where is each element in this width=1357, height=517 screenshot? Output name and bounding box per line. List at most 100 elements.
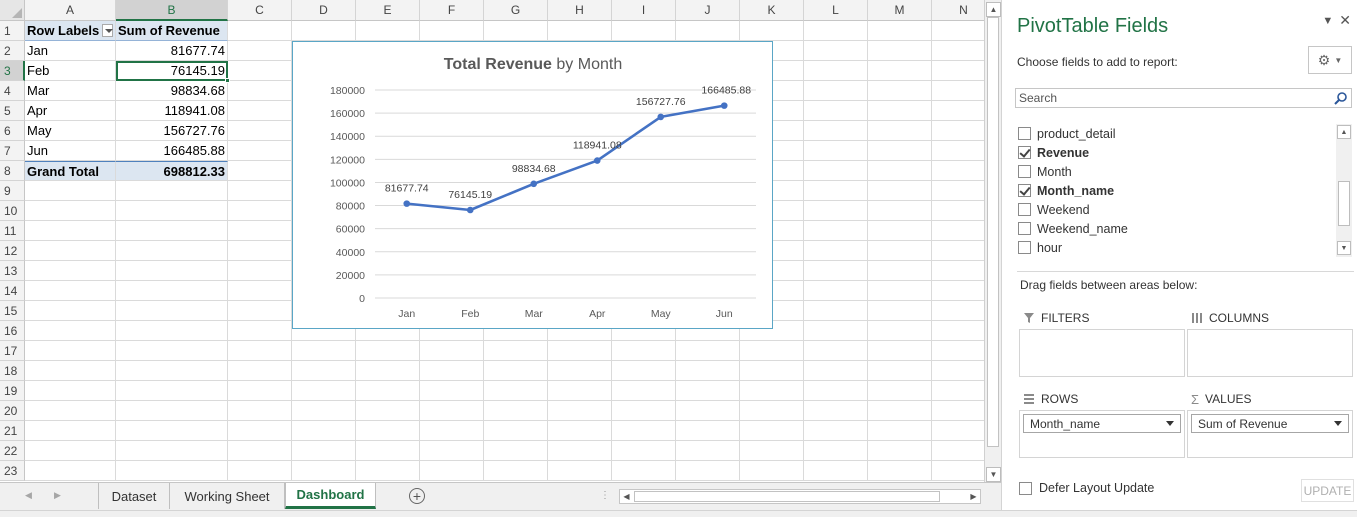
cell[interactable] <box>420 341 484 361</box>
tab-working-sheet[interactable]: Working Sheet <box>170 483 285 509</box>
cell[interactable] <box>356 341 420 361</box>
cell[interactable] <box>356 421 420 441</box>
row-labels-filter-icon[interactable] <box>102 24 113 37</box>
cell[interactable] <box>25 361 116 381</box>
cell[interactable] <box>676 461 740 481</box>
column-header-c[interactable]: C <box>228 0 292 21</box>
cell[interactable] <box>420 381 484 401</box>
cell[interactable] <box>484 361 548 381</box>
cell[interactable] <box>868 381 932 401</box>
row-header[interactable]: 12 <box>0 241 25 261</box>
cell[interactable] <box>25 261 116 281</box>
cell[interactable] <box>548 341 612 361</box>
cell[interactable] <box>804 341 868 361</box>
cell[interactable] <box>868 121 932 141</box>
cell[interactable] <box>116 201 228 221</box>
cell[interactable] <box>292 341 356 361</box>
cell[interactable] <box>25 181 116 201</box>
pivot-row-label[interactable]: Apr <box>25 101 116 121</box>
cell[interactable] <box>356 381 420 401</box>
cell[interactable] <box>804 361 868 381</box>
cell[interactable] <box>228 41 292 61</box>
cell[interactable] <box>932 341 984 361</box>
cell[interactable] <box>484 401 548 421</box>
search-icon[interactable] <box>1333 91 1348 106</box>
cell[interactable] <box>116 381 228 401</box>
cell[interactable] <box>868 181 932 201</box>
cell[interactable] <box>228 21 292 41</box>
cell[interactable] <box>420 21 484 41</box>
cell[interactable] <box>420 421 484 441</box>
cell[interactable] <box>740 361 804 381</box>
cell[interactable] <box>228 301 292 321</box>
chevron-down-icon[interactable] <box>1166 421 1174 426</box>
cell[interactable] <box>116 361 228 381</box>
cell[interactable] <box>25 301 116 321</box>
cell[interactable] <box>932 321 984 341</box>
cell[interactable] <box>868 301 932 321</box>
row-header[interactable]: 15 <box>0 301 25 321</box>
row-header[interactable]: 16 <box>0 321 25 341</box>
cell[interactable] <box>868 321 932 341</box>
field-item-hour[interactable]: hour <box>1015 238 1354 257</box>
pivot-header-row-labels[interactable]: Row Labels <box>25 21 116 41</box>
cell[interactable] <box>228 361 292 381</box>
cell[interactable] <box>868 401 932 421</box>
column-header-e[interactable]: E <box>356 0 420 21</box>
search-input[interactable] <box>1016 89 1326 107</box>
cell[interactable] <box>932 81 984 101</box>
cell[interactable] <box>868 241 932 261</box>
cell[interactable] <box>484 461 548 481</box>
row-header[interactable]: 11 <box>0 221 25 241</box>
scroll-left-button[interactable]: ◀ <box>620 490 633 503</box>
cell[interactable] <box>612 341 676 361</box>
cell[interactable] <box>804 101 868 121</box>
cell[interactable] <box>932 201 984 221</box>
pivot-row-value[interactable]: 98834.68 <box>116 81 228 101</box>
defer-layout-update[interactable]: Defer Layout Update <box>1019 481 1154 495</box>
cell[interactable] <box>932 161 984 181</box>
row-header[interactable]: 21 <box>0 421 25 441</box>
column-header-i[interactable]: I <box>612 0 676 21</box>
cell[interactable] <box>868 341 932 361</box>
pivot-row-value[interactable]: 118941.08 <box>116 101 228 121</box>
cell[interactable] <box>868 461 932 481</box>
cell[interactable] <box>116 401 228 421</box>
cell[interactable] <box>116 181 228 201</box>
field-item-product-detail[interactable]: product_detail <box>1015 124 1354 143</box>
cell[interactable] <box>484 341 548 361</box>
cell[interactable] <box>548 21 612 41</box>
cell[interactable] <box>116 321 228 341</box>
cell[interactable] <box>484 421 548 441</box>
cell[interactable] <box>804 461 868 481</box>
tab-dataset[interactable]: Dataset <box>98 483 170 509</box>
cell[interactable] <box>420 361 484 381</box>
cell[interactable] <box>228 161 292 181</box>
cell[interactable] <box>484 21 548 41</box>
cell[interactable] <box>548 421 612 441</box>
cell[interactable] <box>356 21 420 41</box>
cell[interactable] <box>228 221 292 241</box>
column-header-b[interactable]: B <box>116 0 228 21</box>
values-field-pill[interactable]: Sum of Revenue <box>1191 414 1349 433</box>
cell[interactable] <box>292 441 356 461</box>
cell[interactable] <box>25 201 116 221</box>
cell[interactable] <box>25 221 116 241</box>
cell[interactable] <box>356 461 420 481</box>
cell[interactable] <box>740 441 804 461</box>
cell[interactable] <box>804 381 868 401</box>
pivot-row-value[interactable]: 81677.74 <box>116 41 228 61</box>
chevron-down-icon[interactable] <box>1334 421 1342 426</box>
cell[interactable] <box>868 201 932 221</box>
field-checkbox[interactable] <box>1018 222 1031 235</box>
column-header-k[interactable]: K <box>740 0 804 21</box>
field-item-month[interactable]: Month <box>1015 162 1354 181</box>
cell[interactable] <box>484 441 548 461</box>
cell[interactable] <box>228 341 292 361</box>
cell[interactable] <box>676 21 740 41</box>
row-header[interactable]: 19 <box>0 381 25 401</box>
cell[interactable] <box>116 261 228 281</box>
column-header-j[interactable]: J <box>676 0 740 21</box>
list-scroll-down-button[interactable]: ▼ <box>1337 241 1351 255</box>
row-header[interactable]: 9 <box>0 181 25 201</box>
